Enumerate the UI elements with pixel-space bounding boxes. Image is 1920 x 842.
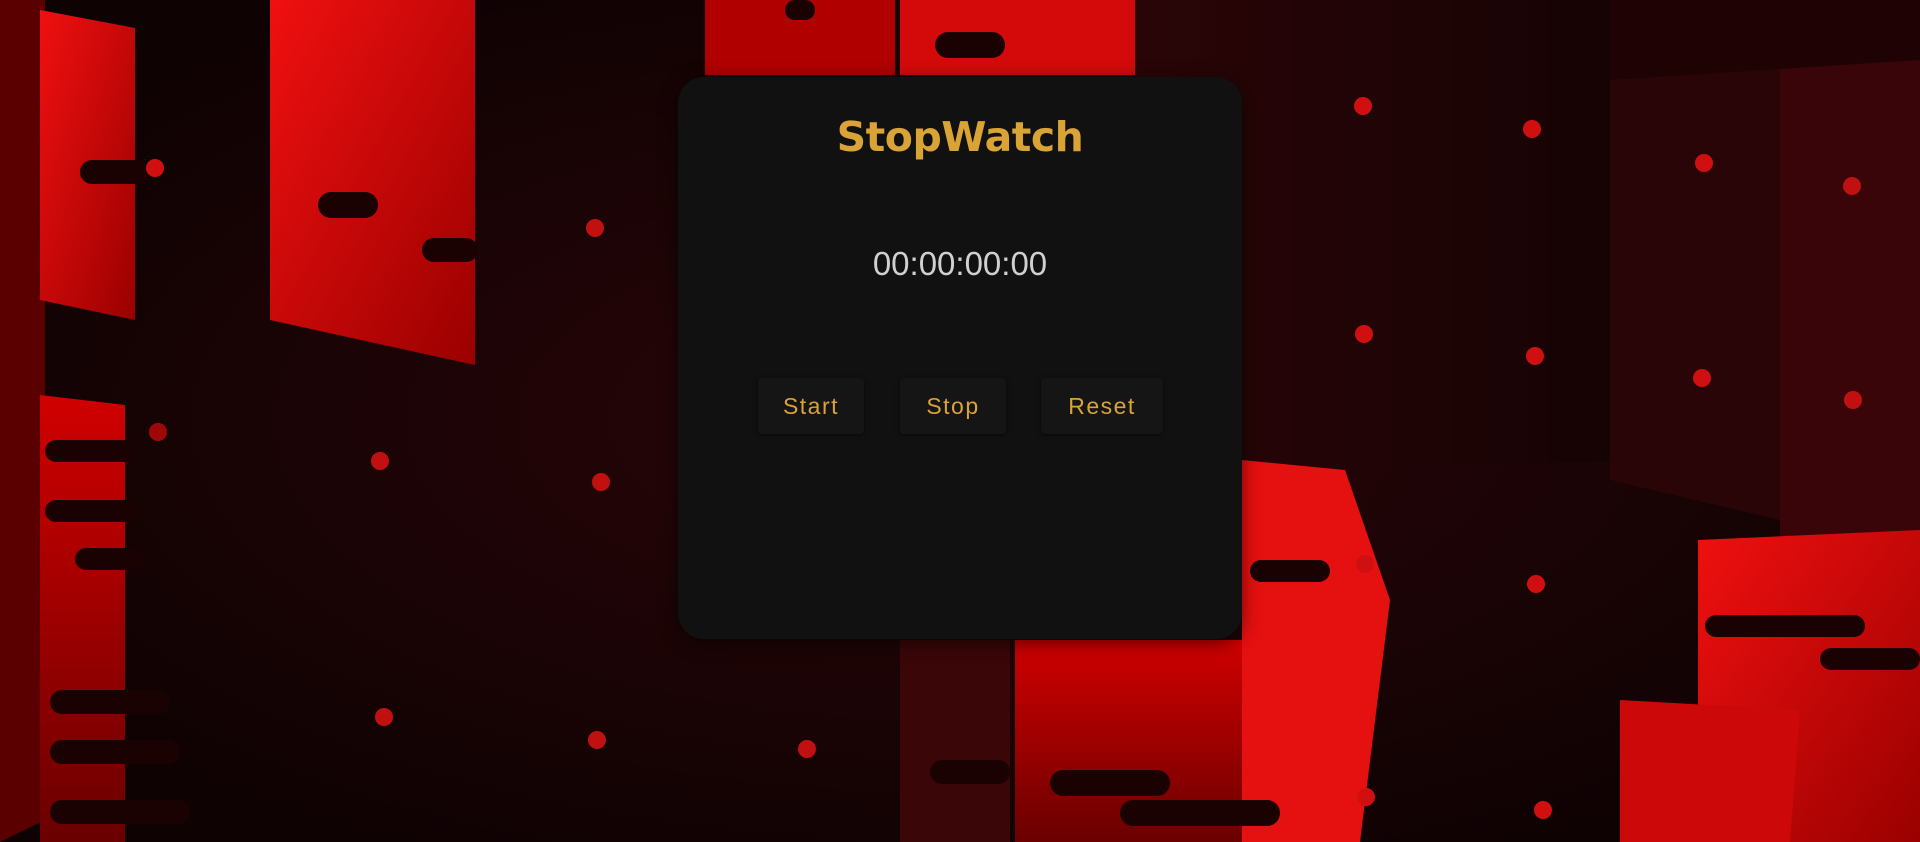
time-display: 00:00:00:00	[872, 245, 1048, 282]
reset-button[interactable]: Reset	[1041, 378, 1163, 434]
stop-button[interactable]: Stop	[900, 378, 1006, 434]
app-title: StopWatch	[836, 113, 1084, 161]
start-button[interactable]: Start	[758, 378, 864, 434]
stopwatch-card: StopWatch 00:00:00:00 Start Stop Reset	[678, 77, 1242, 639]
